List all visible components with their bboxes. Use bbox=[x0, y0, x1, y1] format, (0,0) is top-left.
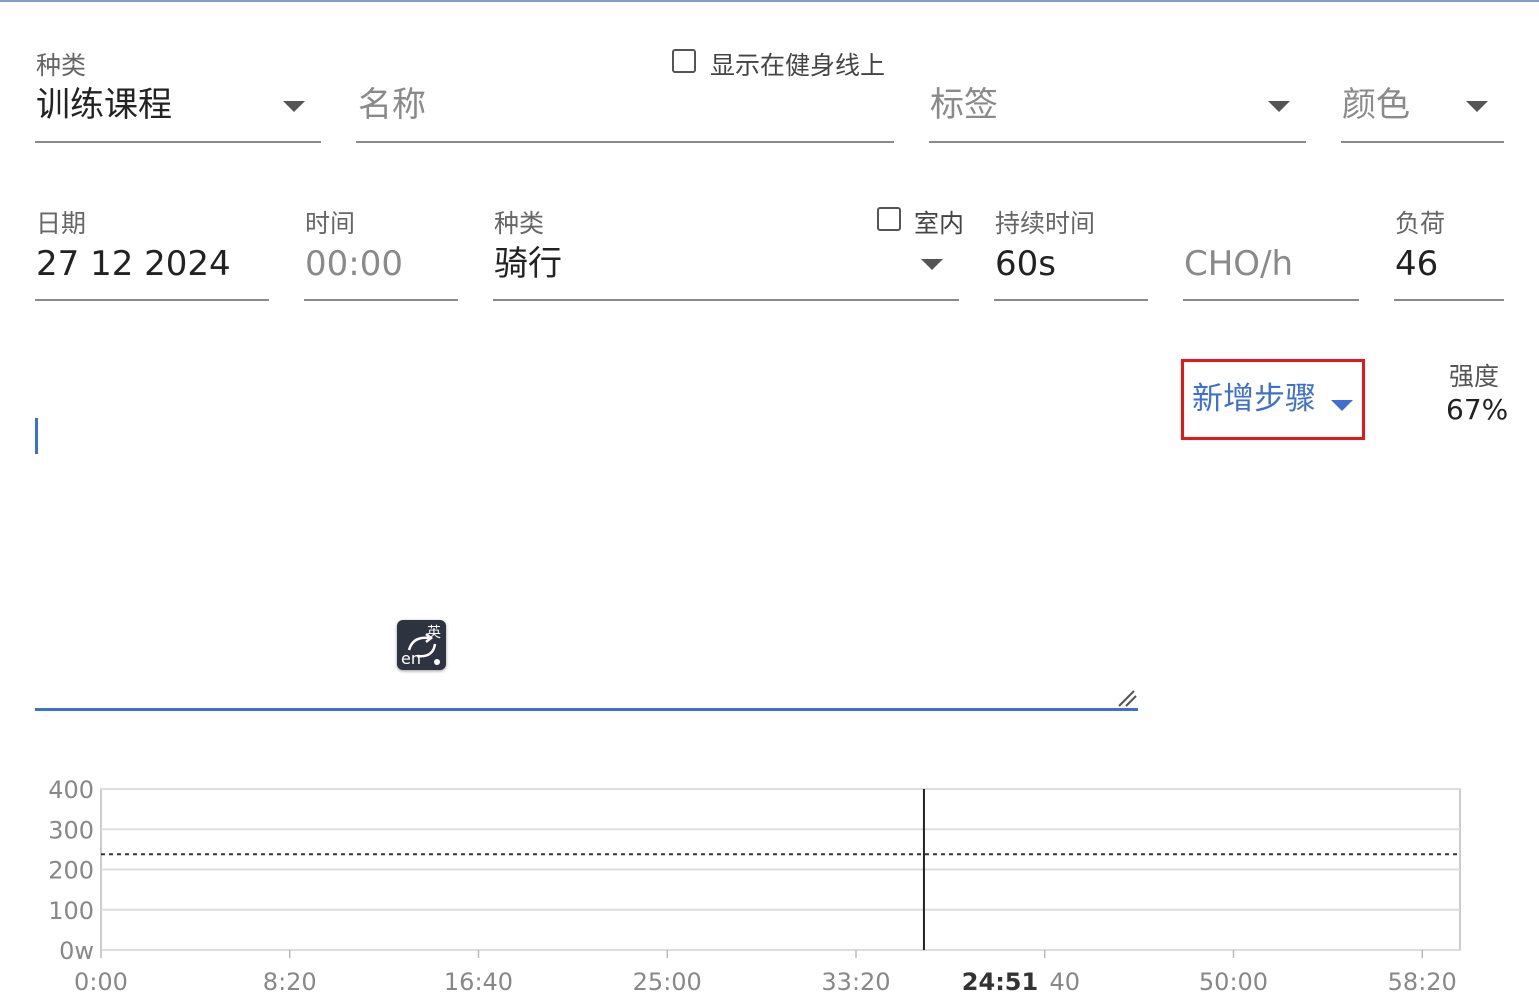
duration-underline bbox=[994, 299, 1148, 301]
name-underline bbox=[356, 141, 894, 143]
x-tick-label: 50:00 bbox=[1199, 968, 1268, 996]
text-cursor bbox=[35, 418, 38, 454]
time-label: 时间 bbox=[305, 209, 356, 238]
x-tick-label: 16:40 bbox=[444, 968, 513, 996]
ime-switch-icon[interactable]: 英 en bbox=[397, 620, 446, 670]
date-input[interactable]: 27 12 2024 bbox=[36, 247, 231, 281]
add-step-button[interactable]: 新增步骤 bbox=[1181, 359, 1365, 440]
date-underline bbox=[35, 299, 269, 301]
resize-handle-icon[interactable] bbox=[1116, 688, 1138, 708]
load-label: 负荷 bbox=[1395, 209, 1446, 238]
ime-en-label: en bbox=[401, 649, 421, 668]
intensity-value: 67% bbox=[1446, 393, 1509, 426]
x-tick-label: 40 bbox=[1049, 968, 1080, 996]
duration-label: 持续时间 bbox=[995, 209, 1096, 238]
duration-input[interactable]: 60s bbox=[995, 247, 1056, 281]
add-step-label: 新增步骤 bbox=[1192, 381, 1316, 417]
x-tick-label: 25:00 bbox=[633, 968, 702, 996]
category-select-value[interactable]: 训练课程 bbox=[36, 88, 172, 122]
color-select[interactable]: 颜色 bbox=[1342, 88, 1410, 122]
sport-underline bbox=[493, 299, 959, 301]
y-tick-label: 200 bbox=[48, 857, 94, 885]
tags-dropdown-icon[interactable] bbox=[1268, 101, 1290, 112]
category-label: 种类 bbox=[36, 51, 87, 80]
top-border bbox=[0, 0, 1539, 2]
y-tick-label: 300 bbox=[48, 816, 94, 844]
intensity-label: 强度 bbox=[1449, 362, 1500, 391]
x-tick-label: 33:20 bbox=[821, 968, 890, 996]
tags-underline bbox=[929, 141, 1306, 143]
sport-select-value[interactable]: 骑行 bbox=[494, 247, 562, 281]
y-tick-label: 400 bbox=[48, 776, 94, 804]
y-tick-label: 100 bbox=[48, 897, 94, 925]
indoor-label: 室内 bbox=[914, 209, 965, 238]
color-dropdown-icon[interactable] bbox=[1466, 101, 1488, 112]
x-tick-label: 8:20 bbox=[263, 968, 317, 996]
cho-underline bbox=[1183, 299, 1359, 301]
color-underline bbox=[1341, 141, 1504, 143]
date-label: 日期 bbox=[36, 209, 87, 238]
tags-select[interactable]: 标签 bbox=[930, 88, 998, 122]
x-tick-label: 0:00 bbox=[74, 968, 128, 996]
time-underline bbox=[304, 299, 458, 301]
category-dropdown-icon[interactable] bbox=[283, 101, 305, 112]
show-on-fitness-checkbox[interactable] bbox=[672, 49, 696, 73]
x-tick-label: 58:20 bbox=[1388, 968, 1457, 996]
sport-dropdown-icon[interactable] bbox=[921, 259, 943, 270]
show-on-fitness-label: 显示在健身线上 bbox=[710, 51, 886, 80]
category-underline bbox=[35, 141, 321, 143]
ime-cn-label: 英 bbox=[427, 625, 441, 641]
cursor-time-label: 24:51 bbox=[962, 968, 1038, 996]
y-tick-label: 0w bbox=[59, 937, 94, 965]
chevron-down-icon bbox=[1331, 400, 1353, 411]
name-input[interactable]: 名称 bbox=[358, 88, 426, 122]
cho-input[interactable]: CHO/h bbox=[1184, 247, 1293, 281]
sport-label: 种类 bbox=[494, 209, 545, 238]
load-underline bbox=[1394, 299, 1504, 301]
indoor-checkbox[interactable] bbox=[877, 207, 901, 231]
workout-textarea-underline[interactable] bbox=[35, 708, 1138, 711]
power-chart[interactable]: 400 300 200 100 0w 0:00 8:20 16:40 25:00 33:20 40 5… bbox=[0, 770, 1539, 1001]
load-input[interactable]: 46 bbox=[1395, 247, 1438, 281]
time-input[interactable]: 00:00 bbox=[305, 247, 403, 281]
